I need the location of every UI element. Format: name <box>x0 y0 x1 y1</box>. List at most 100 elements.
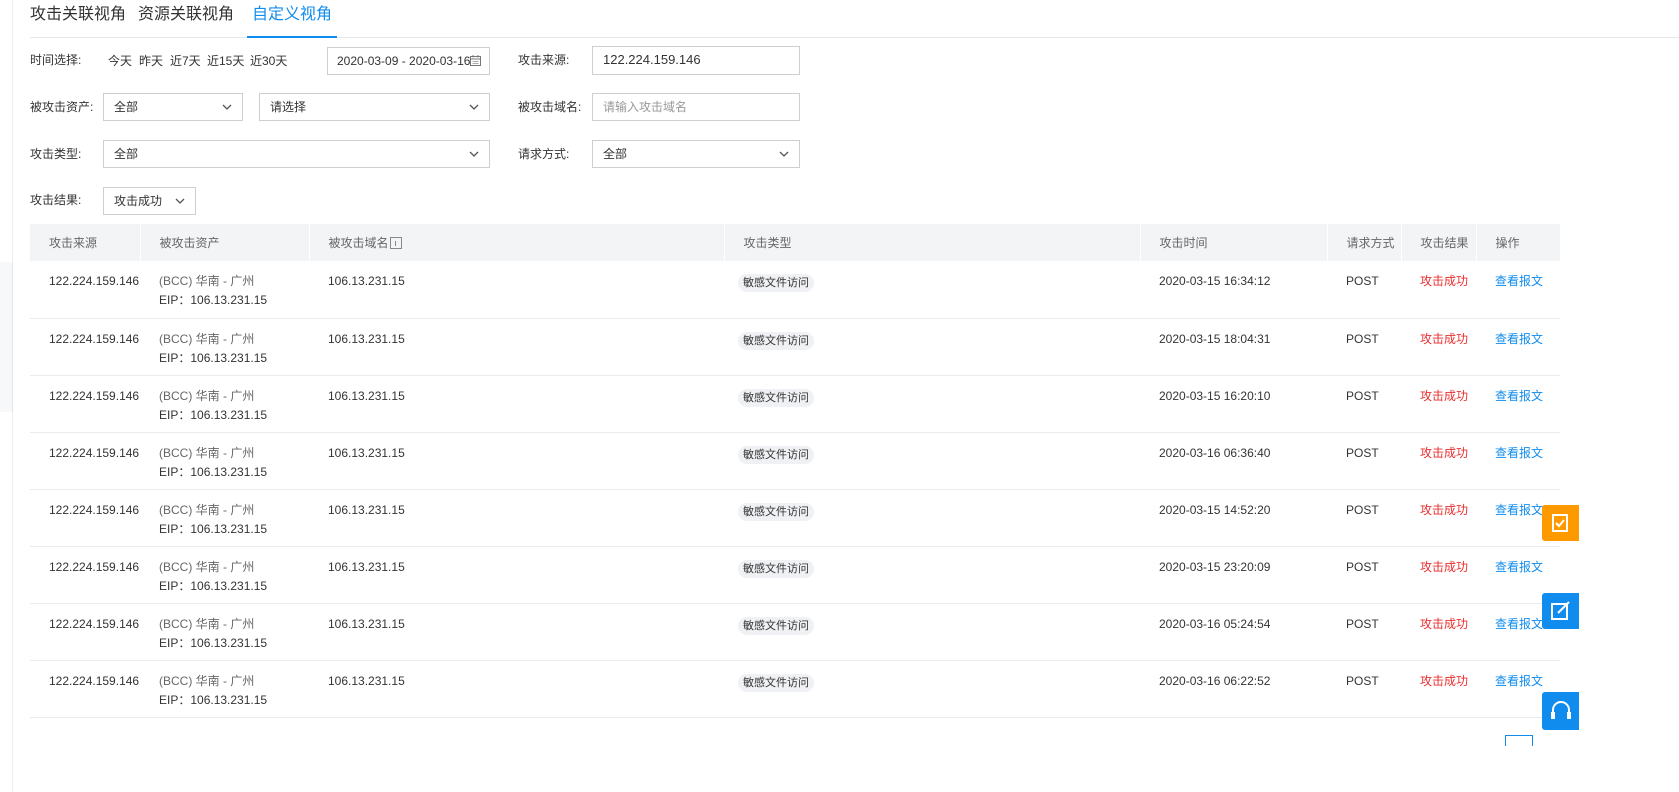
cell-action: 查看报文 <box>1476 318 1560 375</box>
asset-select[interactable]: 全部 <box>103 93 243 121</box>
cell-method: POST <box>1346 445 1379 460</box>
type-select-value: 全部 <box>114 147 139 161</box>
cell-asset: (BCC) 华南 - 广州 EIP：106.13.231.15 <box>140 432 309 489</box>
chevron-down-icon <box>779 151 789 157</box>
cell-source: 122.224.159.146 <box>49 445 140 460</box>
view-packet-link[interactable]: 查看报文 <box>1495 389 1543 403</box>
asset-eip: EIP：106.13.231.15 <box>159 635 268 650</box>
cell-action: 查看报文 <box>1476 375 1560 432</box>
attack-type-tag: 敏感文件访问 <box>738 616 814 635</box>
cell-type: 敏感文件访问 <box>724 603 1140 660</box>
cell-action: 查看报文 <box>1476 432 1560 489</box>
domain-input-placeholder: 请输入攻击域名 <box>603 100 688 114</box>
tab-resource-view[interactable]: 资源关联视角 <box>138 5 234 36</box>
cell-method: POST <box>1346 559 1379 574</box>
asset-eip: EIP：106.13.231.15 <box>159 578 268 593</box>
cell-method: POST <box>1346 388 1379 403</box>
quick-range-15d[interactable]: 近15天 <box>207 52 244 69</box>
cell-domain: 106.13.231.15 <box>328 616 405 631</box>
cell-time: 2020-03-15 18:04:31 <box>1159 331 1271 346</box>
cell-asset: (BCC) 华南 - 广州 EIP：106.13.231.15 <box>140 375 309 432</box>
table-row: 122.224.159.146 (BCC) 华南 - 广州 EIP：106.13.2… <box>30 432 1560 489</box>
view-packet-link[interactable]: 查看报文 <box>1495 446 1543 460</box>
cell-source: 122.224.159.146 <box>49 388 140 403</box>
attack-type-tag: 敏感文件访问 <box>738 331 814 350</box>
table-row: 122.224.159.146 (BCC) 华南 - 广州 EIP：106.13.2… <box>30 318 1560 375</box>
asset-name: (BCC) 华南 - 广州 <box>159 274 255 288</box>
cell-result: 攻击成功 <box>1420 673 1469 688</box>
cell-asset: (BCC) 华南 - 广州 EIP：106.13.231.15 <box>140 318 309 375</box>
attack-type-tag: 敏感文件访问 <box>738 274 814 292</box>
attack-type-tag: 敏感文件访问 <box>738 388 814 407</box>
cell-result: 攻击成功 <box>1420 502 1469 517</box>
type-select[interactable]: 全部 <box>103 140 490 168</box>
domain-label: 被攻击域名: <box>518 100 582 114</box>
tab-custom-view[interactable]: 自定义视角 <box>247 5 338 38</box>
cell-domain: 106.13.231.15 <box>328 559 405 574</box>
cell-domain: 106.13.231.15 <box>328 388 405 403</box>
checklist-icon <box>1552 514 1568 532</box>
result-select[interactable]: 攻击成功 <box>103 187 196 215</box>
type-label: 攻击类型: <box>30 147 82 161</box>
cell-result: 攻击成功 <box>1420 559 1469 574</box>
checklist-float-button[interactable] <box>1542 505 1579 541</box>
quick-range-today[interactable]: 今天 <box>108 52 132 69</box>
view-packet-link[interactable]: 查看报文 <box>1495 274 1543 288</box>
method-select[interactable]: 全部 <box>592 140 800 168</box>
support-float-button[interactable] <box>1542 692 1579 730</box>
method-select-value: 全部 <box>603 147 628 161</box>
cell-type: 敏感文件访问 <box>724 318 1140 375</box>
cell-asset: (BCC) 华南 - 广州 EIP：106.13.231.15 <box>140 603 309 660</box>
col-header-source: 攻击来源 <box>30 224 141 261</box>
cell-type: 敏感文件访问 <box>724 375 1140 432</box>
edit-float-button[interactable] <box>1542 593 1579 629</box>
asset-name: (BCC) 华南 - 广州 <box>159 388 255 403</box>
asset-name: (BCC) 华南 - 广州 <box>159 331 255 346</box>
table-row: 122.224.159.146 (BCC) 华南 - 广州 EIP：106.13.2… <box>30 660 1560 717</box>
asset-eip: EIP：106.13.231.15 <box>159 350 268 365</box>
left-sidebar-edge <box>0 0 13 792</box>
domain-input[interactable]: 请输入攻击域名 <box>592 93 800 121</box>
result-select-value: 攻击成功 <box>114 194 163 208</box>
attack-type-tag: 敏感文件访问 <box>738 673 814 692</box>
asset-label: 被攻击资产: <box>30 100 94 114</box>
cell-type: 敏感文件访问 <box>724 546 1140 603</box>
cell-domain: 106.13.231.15 <box>328 331 405 346</box>
chevron-down-icon <box>469 104 479 110</box>
asset-name: (BCC) 华南 - 广州 <box>159 559 255 574</box>
asset-eip: EIP：106.13.231.15 <box>159 692 268 707</box>
cell-time: 2020-03-16 06:22:52 <box>1159 673 1271 688</box>
pagination-button[interactable] <box>1505 735 1533 746</box>
attack-log-table: 攻击来源 被攻击资产 被攻击域名 攻击类型 攻击时间 请求方式 攻击结果 操作 … <box>30 224 1561 718</box>
table-row: 122.224.159.146 (BCC) 华南 - 广州 EIP：106.13.2… <box>30 375 1560 432</box>
view-tabs: 攻击关联视角 资源关联视角 自定义视角 <box>30 0 1679 38</box>
view-packet-link[interactable]: 查看报文 <box>1495 332 1543 346</box>
headset-icon <box>1551 701 1571 719</box>
source-input[interactable]: 122.224.159.146 <box>592 46 800 75</box>
col-header-domain: 被攻击域名 <box>309 224 725 261</box>
col-header-method: 请求方式 <box>1327 224 1402 261</box>
col-header-type: 攻击类型 <box>724 224 1141 261</box>
quick-range-yesterday[interactable]: 昨天 <box>139 52 163 69</box>
view-packet-link[interactable]: 查看报文 <box>1495 560 1543 574</box>
table-row: 122.224.159.146 (BCC) 华南 - 广州 EIP：106.13.2… <box>30 489 1560 546</box>
cell-method: POST <box>1346 274 1379 288</box>
asset-select-value: 全部 <box>114 100 139 114</box>
cell-method: POST <box>1346 502 1379 517</box>
table-row: 122.224.159.146 (BCC) 华南 - 广州 EIP：106.13.2… <box>30 603 1560 660</box>
view-packet-link[interactable]: 查看报文 <box>1495 674 1543 688</box>
attack-type-tag: 敏感文件访问 <box>738 559 814 578</box>
view-packet-link[interactable]: 查看报文 <box>1495 503 1543 517</box>
cell-source: 122.224.159.146 <box>49 616 140 631</box>
chevron-down-icon <box>175 198 185 204</box>
quick-range-7d[interactable]: 近7天 <box>170 52 201 69</box>
asset-detail-select[interactable]: 请选择 <box>259 93 490 121</box>
asset-name: (BCC) 华南 - 广州 <box>159 616 255 631</box>
tab-attack-view[interactable]: 攻击关联视角 <box>30 5 126 36</box>
quick-range-30d[interactable]: 近30天 <box>250 52 287 69</box>
cell-source: 122.224.159.146 <box>49 274 140 288</box>
chevron-down-icon <box>469 151 479 157</box>
date-range-picker[interactable]: 2020-03-09 - 2020-03-16 <box>327 47 490 75</box>
info-icon[interactable] <box>389 237 402 249</box>
view-packet-link[interactable]: 查看报文 <box>1495 617 1543 631</box>
